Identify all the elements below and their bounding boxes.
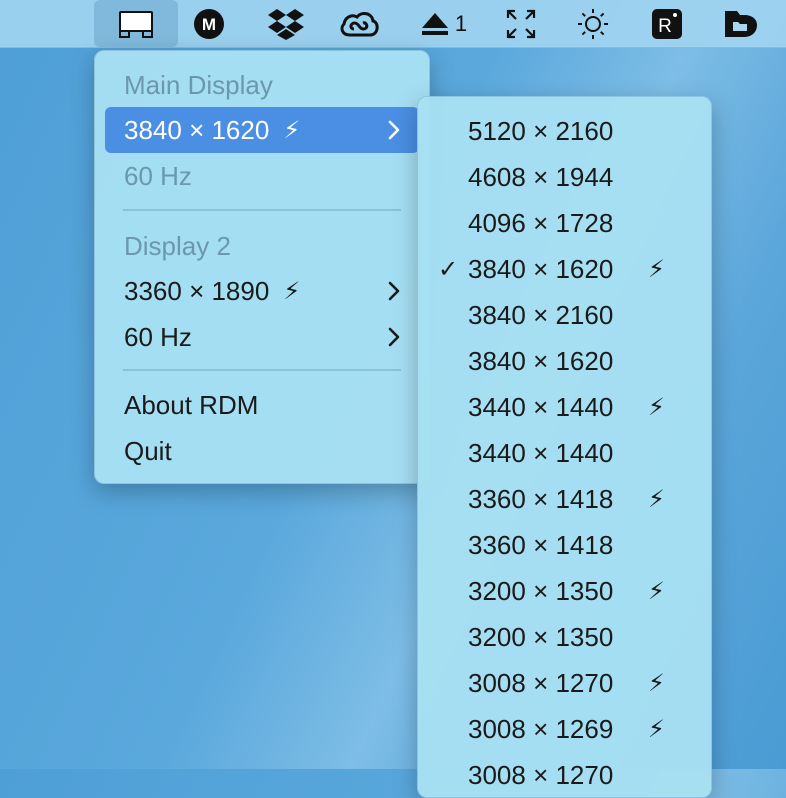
hidpi-bolt-icon: ⚡	[283, 277, 301, 305]
resolution-item[interactable]: 3008 × 1269 ⚡	[418, 706, 711, 752]
display2-refresh-item[interactable]: 60 Hz	[105, 314, 419, 360]
resolution-item[interactable]: 4096 × 1728	[418, 200, 711, 246]
resolution-item[interactable]: 3440 × 1440 ⚡	[418, 384, 711, 430]
main-display-header: Main Display	[124, 69, 273, 100]
resolution-label: 3008 × 1270	[468, 759, 614, 790]
folder-app-icon[interactable]	[718, 0, 764, 47]
checkmark-icon: ✓	[438, 255, 459, 283]
menu-divider	[123, 209, 401, 211]
resolution-item[interactable]: 3360 × 1418	[418, 522, 711, 568]
svg-text:R: R	[658, 16, 672, 37]
hidpi-bolt-icon: ⚡	[648, 669, 665, 697]
dropbox-icon[interactable]	[263, 0, 309, 47]
brightness-icon[interactable]	[570, 0, 616, 47]
hidpi-bolt-icon: ⚡	[283, 116, 301, 144]
resolution-label: 3200 × 1350	[468, 575, 614, 606]
chevron-right-icon	[388, 120, 400, 140]
hidpi-bolt-icon: ⚡	[648, 393, 665, 421]
resolution-item[interactable]: 3840 × 2160	[418, 292, 711, 338]
eject-icon[interactable]: 1	[418, 0, 470, 47]
resolution-label: 4608 × 1944	[468, 161, 614, 192]
resolution-item[interactable]: 5120 × 2160	[418, 108, 711, 154]
hidpi-bolt-icon: ⚡	[648, 255, 665, 283]
menu-divider	[123, 369, 401, 371]
resolution-submenu: 5120 × 2160 4608 × 1944 4096 × 1728 ✓ 3840 ×…	[417, 96, 712, 798]
resolution-label: 3840 × 2160	[468, 299, 614, 330]
eject-count: 1	[454, 10, 468, 36]
display2-refresh-label: 60 Hz	[124, 321, 192, 352]
resolution-label: 5120 × 2160	[468, 115, 614, 146]
resolution-label: 3440 × 1440	[468, 437, 614, 468]
display2-header: Display 2	[124, 230, 231, 261]
resolution-label: 3008 × 1269	[468, 713, 614, 744]
svg-text:M: M	[202, 15, 216, 34]
display2-resolution-label: 3360 × 1890	[124, 275, 270, 306]
resolution-item[interactable]: 3200 × 1350 ⚡	[418, 568, 711, 614]
hidpi-bolt-icon: ⚡	[648, 715, 665, 743]
resolution-label: 3840 × 1620	[468, 345, 614, 376]
main-refresh-rate: 60 Hz	[124, 160, 192, 191]
resolution-item[interactable]: 3008 × 1270 ⚡	[418, 660, 711, 706]
fullscreen-icon[interactable]	[498, 0, 544, 47]
main-resolution-label: 3840 × 1620	[124, 114, 270, 145]
resolution-item[interactable]: 3440 × 1440	[418, 430, 711, 476]
resolution-label: 3360 × 1418	[468, 529, 614, 560]
resolution-item[interactable]: 3360 × 1418 ⚡	[418, 476, 711, 522]
hidpi-bolt-icon: ⚡	[648, 577, 665, 605]
resolution-label: 3440 × 1440	[468, 391, 614, 422]
resolution-label: 3008 × 1270	[468, 667, 614, 698]
resolution-label: 3840 × 1620	[468, 253, 614, 284]
resolution-item[interactable]: 3840 × 1620	[418, 338, 711, 384]
resolution-label: 3360 × 1418	[468, 483, 614, 514]
creative-cloud-icon[interactable]	[336, 0, 382, 47]
r-app-icon[interactable]: R	[644, 0, 690, 47]
resolution-label: 3200 × 1350	[468, 621, 614, 652]
quit-item[interactable]: Quit	[105, 428, 419, 474]
display2-resolution-item[interactable]: 3360 × 1890 ⚡	[105, 268, 419, 314]
resolution-label: 4096 × 1728	[468, 207, 614, 238]
menu-bar: M 1 R	[0, 0, 786, 48]
display-menu: Main Display 3840 × 1620 ⚡ 60 Hz Display…	[94, 50, 430, 484]
resolution-item[interactable]: 3200 × 1350	[418, 614, 711, 660]
main-resolution-item[interactable]: 3840 × 1620 ⚡	[105, 107, 419, 153]
resolution-item[interactable]: 4608 × 1944	[418, 154, 711, 200]
resolution-item[interactable]: 3008 × 1270	[418, 752, 711, 798]
chevron-right-icon	[388, 281, 400, 301]
display-icon[interactable]	[94, 0, 178, 47]
resolution-item[interactable]: ✓ 3840 × 1620 ⚡	[418, 246, 711, 292]
about-rdm-item[interactable]: About RDM	[105, 382, 419, 428]
chevron-right-icon	[388, 327, 400, 347]
mega-icon[interactable]: M	[187, 0, 231, 47]
hidpi-bolt-icon: ⚡	[648, 485, 665, 513]
